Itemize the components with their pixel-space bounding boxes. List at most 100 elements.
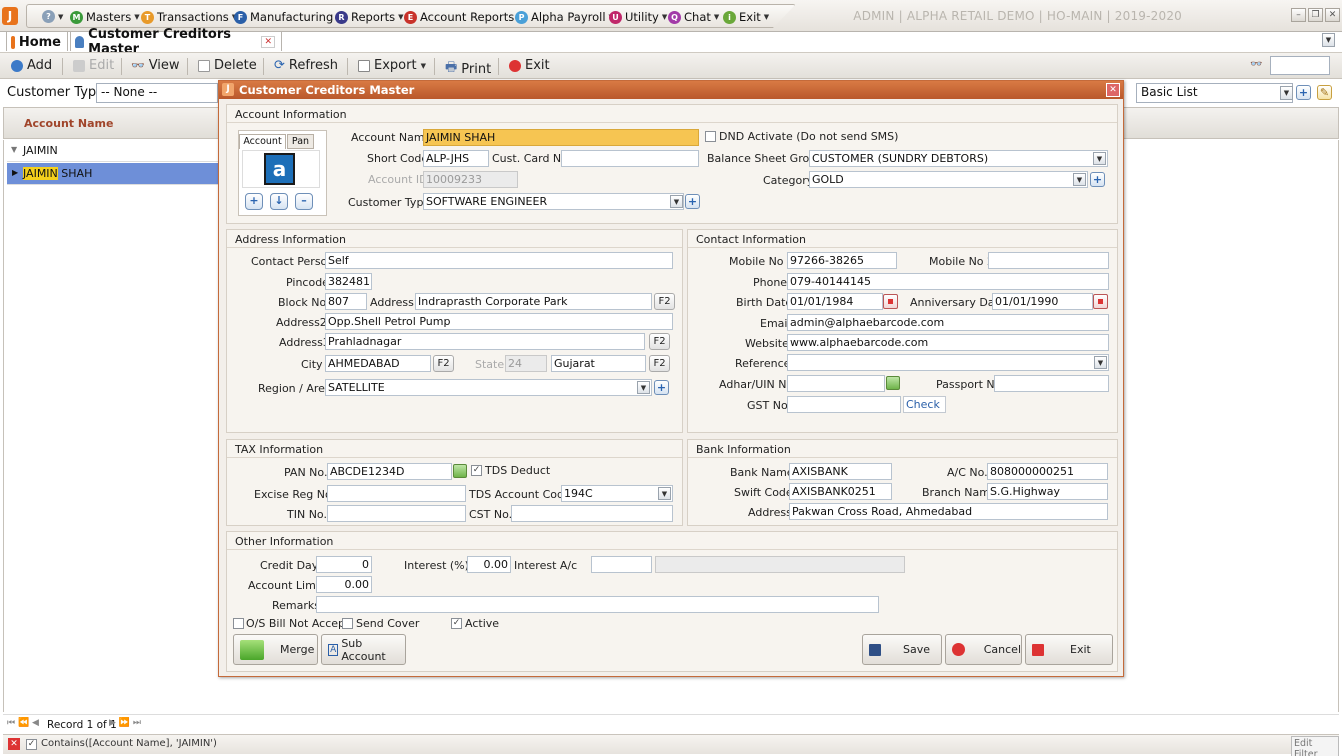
download-photo-icon[interactable]: ↓ <box>270 193 288 210</box>
nav-first-icon[interactable]: ⏮ ⏪ ◀ <box>7 718 39 728</box>
branch-field[interactable]: S.G.Highway <box>987 483 1108 500</box>
tds-account-select[interactable]: 194C <box>561 485 673 502</box>
chevron-down-icon[interactable]: ▼ <box>637 381 650 394</box>
dnd-checkbox[interactable] <box>705 131 716 142</box>
bs-group-select[interactable]: CUSTOMER (SUNDRY DEBTORS) <box>809 150 1108 167</box>
view-button[interactable]: 👓 View <box>131 58 180 73</box>
email-field[interactable]: admin@alphaebarcode.com <box>787 314 1109 331</box>
verify-pan-icon[interactable] <box>453 464 467 478</box>
add-category-icon[interactable]: + <box>1090 172 1105 187</box>
save-button[interactable]: Save <box>862 634 942 665</box>
bank-address-field[interactable]: Pakwan Cross Road, Ahmedabad <box>789 503 1108 520</box>
grid-filter-row[interactable]: ▼ JAIMIN <box>7 140 222 162</box>
city-field[interactable]: AHMEDABAD <box>325 355 431 372</box>
address3-field[interactable]: Prahladnagar <box>325 333 645 350</box>
menu-reports[interactable]: R Reports ▼ <box>335 10 404 24</box>
os-bill-checkbox[interactable] <box>233 618 244 629</box>
edit-button[interactable]: Edit <box>73 58 114 73</box>
birth-date-field[interactable]: 01/01/1984 <box>787 293 883 310</box>
short-code-field[interactable]: ALP-JHS <box>423 150 489 167</box>
cancel-button[interactable]: Cancel <box>945 634 1022 665</box>
tab-pan[interactable]: Pan <box>287 134 314 149</box>
add-region-icon[interactable]: + <box>654 380 669 395</box>
tab-close-icon[interactable]: ✕ <box>261 36 275 48</box>
chevron-down-icon[interactable]: ▼ <box>670 195 683 208</box>
category-select[interactable]: GOLD <box>809 171 1088 188</box>
customer-type-filter[interactable]: -- None -- <box>96 83 218 103</box>
website-field[interactable]: www.alphaebarcode.com <box>787 334 1109 351</box>
customer-type-select[interactable]: SOFTWARE ENGINEER <box>423 193 684 210</box>
passport-field[interactable] <box>994 375 1109 392</box>
phone-field[interactable]: 079-40144145 <box>787 273 1109 290</box>
chevron-down-icon[interactable]: ▼ <box>1094 356 1107 369</box>
calendar-icon[interactable] <box>883 294 898 309</box>
edit-view-icon[interactable]: ✎ <box>1317 85 1332 100</box>
address1-field[interactable]: Indraprasth Corporate Park <box>415 293 652 310</box>
active-checkbox[interactable]: ✓ <box>451 618 462 629</box>
credit-days-field[interactable]: 0 <box>316 556 372 573</box>
address2-field[interactable]: Opp.Shell Petrol Pump <box>325 313 673 330</box>
menu-utility[interactable]: U Utility ▼ <box>609 10 667 24</box>
interest-field[interactable]: 0.00 <box>467 556 511 573</box>
menu-manufacturing[interactable]: FManufacturing▼ <box>234 10 342 24</box>
menu-chat[interactable]: Q Chat ▼ <box>668 10 719 24</box>
tab-customer-creditors-master[interactable]: Customer Creditors Master ✕ <box>70 27 282 57</box>
menu-masters[interactable]: M Masters ▼ <box>70 10 140 24</box>
add-customer-type-icon[interactable]: + <box>685 194 700 209</box>
chevron-down-icon[interactable]: ▼ <box>1280 86 1293 100</box>
excise-field[interactable] <box>327 485 466 502</box>
account-limit-field[interactable]: 0.00 <box>316 576 372 593</box>
verify-icon[interactable] <box>886 376 900 390</box>
address1-f2-button[interactable]: F2 <box>654 293 675 310</box>
merge-button[interactable]: Merge <box>233 634 318 665</box>
column-header-account-name[interactable]: Account Name <box>24 117 113 130</box>
menu-help[interactable]: ? ▼ <box>42 10 63 23</box>
block-no-field[interactable]: 807 <box>325 293 367 310</box>
anniversary-date-field[interactable]: 01/01/1990 <box>992 293 1093 310</box>
chevron-down-icon[interactable]: ▼ <box>658 487 671 500</box>
menu-exit[interactable]: i Exit ▼ <box>723 10 769 24</box>
exit-button[interactable]: Exit <box>509 58 550 73</box>
add-button[interactable]: Add <box>11 58 52 73</box>
adhar-field[interactable] <box>787 375 885 392</box>
swift-field[interactable]: AXISBANK0251 <box>789 483 892 500</box>
minimize-icon[interactable]: – <box>1291 8 1306 22</box>
remove-photo-icon[interactable]: – <box>295 193 313 210</box>
search-icon[interactable]: 👓 <box>1250 59 1262 70</box>
tab-account[interactable]: Account <box>239 134 286 149</box>
cust-card-field[interactable] <box>561 150 699 167</box>
city-f2-button[interactable]: F2 <box>433 355 454 372</box>
nav-last-icon[interactable]: ▶ ⏩ ⏭ <box>109 718 141 728</box>
add-view-icon[interactable]: + <box>1296 85 1311 100</box>
calendar-icon[interactable] <box>1093 294 1108 309</box>
region-select[interactable]: SATELLITE <box>325 379 652 396</box>
cst-field[interactable] <box>511 505 673 522</box>
state-f2-button[interactable]: F2 <box>649 355 670 372</box>
remarks-field[interactable] <box>316 596 879 613</box>
chevron-down-icon[interactable]: ▼ <box>1073 173 1086 186</box>
pincode-field[interactable]: 382481 <box>325 273 372 290</box>
menu-account-reports[interactable]: EAccount Reports▼ <box>404 10 523 24</box>
tab-menu-dropdown-icon[interactable]: ▼ <box>1322 33 1335 47</box>
mobile2-field[interactable] <box>988 252 1109 269</box>
account-name-field[interactable]: JAIMIN SHAH <box>423 129 699 146</box>
contact-person-field[interactable]: Self <box>325 252 673 269</box>
refresh-button[interactable]: ⟳ Refresh <box>274 58 338 73</box>
toolbar-search-input[interactable] <box>1270 56 1330 75</box>
reference-select[interactable] <box>787 354 1109 371</box>
sub-account-button[interactable]: A Sub Account <box>321 634 406 665</box>
address3-f2-button[interactable]: F2 <box>649 333 670 350</box>
export-button[interactable]: Export ▼ <box>358 58 426 73</box>
tds-deduct-checkbox[interactable]: ✓ <box>471 465 482 476</box>
ac-no-field[interactable]: 808000000251 <box>987 463 1108 480</box>
delete-button[interactable]: Delete <box>198 58 257 73</box>
clear-filter-icon[interactable]: ✕ <box>8 738 20 750</box>
interest-ac-field[interactable] <box>591 556 652 573</box>
pan-field[interactable]: ABCDE1234D <box>327 463 452 480</box>
state-field[interactable]: Gujarat <box>551 355 646 372</box>
table-row[interactable]: ▶ JAIMIN SHAH <box>7 163 222 185</box>
close-icon[interactable]: ✕ <box>1325 8 1340 22</box>
gst-field[interactable] <box>787 396 901 413</box>
send-cover-checkbox[interactable] <box>342 618 353 629</box>
list-view-select[interactable]: Basic List <box>1136 83 1293 103</box>
